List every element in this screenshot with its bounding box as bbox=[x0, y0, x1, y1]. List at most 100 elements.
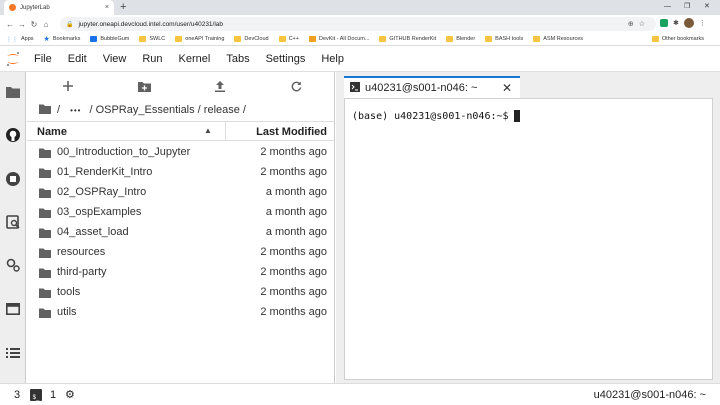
folder-icon bbox=[39, 208, 51, 221]
bookmark-bookmarks[interactable]: ★ Bookmarks bbox=[44, 35, 81, 43]
bookmark-apps[interactable]: ⋮⋮ Apps bbox=[6, 36, 34, 43]
url-bar[interactable]: 🔒 jupyter.oneapi.devcloud.intel.com/user… bbox=[60, 17, 656, 31]
file-row[interactable]: third-party 2 months ago bbox=[27, 262, 335, 282]
restore-button[interactable]: ❐ bbox=[684, 1, 690, 13]
property-inspector-icon[interactable] bbox=[6, 258, 20, 272]
bookmark-label: GITHUB RenderKit bbox=[389, 36, 437, 42]
menu-run[interactable]: Run bbox=[134, 53, 170, 65]
window-close-button[interactable]: ✕ bbox=[704, 1, 710, 13]
file-modified: 2 months ago bbox=[260, 266, 327, 278]
terminal-icon[interactable]: $_ bbox=[30, 389, 42, 401]
chrome-menu-icon[interactable]: ⋮ bbox=[699, 19, 706, 27]
browser-tabstrip: JupyterLab × + — ❐ ✕ bbox=[0, 0, 720, 15]
terminal-panel[interactable]: (base) u40231@s001-n046:~$ bbox=[344, 98, 713, 380]
file-name: tools bbox=[57, 286, 81, 298]
github-icon[interactable] bbox=[6, 128, 20, 142]
home-icon[interactable]: ⌂ bbox=[40, 20, 52, 29]
menu-settings[interactable]: Settings bbox=[258, 53, 314, 65]
folder-icon[interactable] bbox=[6, 85, 20, 99]
bookmark-swlc[interactable]: SWLC bbox=[139, 36, 165, 42]
jupyter-favicon-icon bbox=[9, 4, 16, 11]
breadcrumb-sep: / bbox=[57, 104, 61, 116]
tab-close-icon[interactable]: ✕ bbox=[502, 81, 512, 95]
settings-gear-icon[interactable]: ⚙ bbox=[65, 388, 75, 401]
bookmark-devkit[interactable]: DevKit - All Docum... bbox=[308, 36, 370, 42]
file-row[interactable]: tools 2 months ago bbox=[27, 282, 335, 302]
menu-tabs[interactable]: Tabs bbox=[218, 53, 257, 65]
menu-edit[interactable]: Edit bbox=[60, 53, 95, 65]
bookmark-favicon-icon bbox=[308, 36, 316, 42]
bookmark-other[interactable]: Other bookmarks bbox=[651, 36, 704, 42]
file-name: 02_OSPRay_Intro bbox=[57, 186, 147, 198]
bookmark-label: C++ bbox=[288, 36, 299, 42]
minimize-button[interactable]: — bbox=[664, 1, 671, 13]
file-row[interactable]: utils 2 months ago bbox=[27, 302, 335, 322]
status-kernel-count[interactable]: 3 bbox=[14, 389, 20, 401]
status-bar: 3 $_ 1 ⚙ u40231@s001-n046: ~ bbox=[0, 383, 720, 405]
puzzle-icon[interactable]: ✱ bbox=[673, 19, 679, 27]
menu-kernel[interactable]: Kernel bbox=[171, 53, 219, 65]
file-row[interactable]: 03_ospExamples a month ago bbox=[27, 202, 335, 222]
reload-icon[interactable]: ↻ bbox=[28, 20, 40, 29]
breadcrumb-ellipsis[interactable]: ••• bbox=[70, 106, 81, 115]
status-terminal-name: u40231@s001-n046: ~ bbox=[593, 389, 706, 401]
new-folder-icon[interactable] bbox=[137, 79, 151, 93]
breadcrumb-home-icon[interactable] bbox=[39, 104, 51, 117]
running-sessions-icon[interactable] bbox=[6, 172, 20, 186]
file-name: 04_asset_load bbox=[57, 226, 129, 238]
file-row[interactable]: 00_Introduction_to_Jupyter 2 months ago bbox=[27, 142, 335, 162]
profile-avatar[interactable] bbox=[683, 18, 694, 28]
bookmark-oneapi[interactable]: oneAPI Training bbox=[175, 36, 224, 42]
upload-icon[interactable] bbox=[213, 79, 227, 93]
menu-file[interactable]: File bbox=[26, 53, 60, 65]
bookmark-devcloud[interactable]: DevCloud bbox=[234, 36, 269, 42]
bookmark-blender[interactable]: Blender bbox=[446, 36, 475, 42]
bookmark-bubblegum[interactable]: BubbleGum bbox=[90, 36, 129, 42]
menu-view[interactable]: View bbox=[95, 53, 135, 65]
forward-icon[interactable]: → bbox=[16, 20, 28, 29]
jupyter-logo-icon bbox=[0, 51, 26, 67]
bookmark-asm-resources[interactable]: ASM Resources bbox=[533, 36, 583, 42]
menu-help[interactable]: Help bbox=[313, 53, 352, 65]
bookmark-label: oneAPI Training bbox=[185, 36, 225, 42]
file-row[interactable]: 04_asset_load a month ago bbox=[27, 222, 335, 242]
folder-icon bbox=[379, 36, 387, 42]
bookmark-cpp[interactable]: C++ bbox=[278, 36, 299, 42]
tab-close-icon[interactable]: × bbox=[105, 4, 109, 11]
terminal-cursor bbox=[513, 110, 520, 122]
file-row[interactable]: 01_RenderKit_Intro 2 months ago bbox=[27, 162, 335, 182]
back-icon[interactable]: ← bbox=[4, 20, 16, 29]
column-header-modified[interactable]: Last Modified bbox=[256, 126, 327, 138]
bookmark-github-renderkit[interactable]: GITHUB RenderKit bbox=[379, 36, 436, 42]
breadcrumb-path[interactable]: / OSPRay_Essentials / release / bbox=[89, 104, 246, 116]
folder-icon bbox=[651, 36, 659, 42]
tab-terminal[interactable]: u40231@s001-n046: ~ ✕ bbox=[344, 76, 520, 98]
bookmark-star-icon[interactable]: ☆ bbox=[639, 21, 650, 28]
file-name: resources bbox=[57, 246, 106, 258]
folder-icon bbox=[39, 288, 51, 301]
refresh-icon[interactable] bbox=[289, 79, 303, 93]
tabs-panel-icon[interactable] bbox=[6, 302, 20, 316]
terminal-tab-label: u40231@s001-n046: ~ bbox=[365, 82, 478, 94]
file-modified: 2 months ago bbox=[260, 166, 327, 178]
extension-icon[interactable] bbox=[660, 19, 668, 27]
status-terminal-count[interactable]: 1 bbox=[50, 389, 56, 401]
column-header-name[interactable]: Name bbox=[37, 126, 67, 138]
folder-icon bbox=[234, 36, 242, 42]
commands-palette-icon[interactable] bbox=[6, 215, 20, 229]
url-text: jupyter.oneapi.devcloud.intel.com/user/u… bbox=[78, 20, 224, 28]
browser-tab[interactable]: JupyterLab × bbox=[4, 0, 114, 15]
bookmark-label: ASM Resources bbox=[543, 36, 584, 42]
file-name: third-party bbox=[57, 266, 107, 278]
new-launcher-button[interactable] bbox=[61, 79, 75, 93]
file-row[interactable]: resources 2 months ago bbox=[27, 242, 335, 262]
file-modified: a month ago bbox=[265, 206, 327, 218]
table-of-contents-icon[interactable] bbox=[6, 346, 20, 360]
file-row[interactable]: 02_OSPRay_Intro a month ago bbox=[27, 182, 335, 202]
bookmark-label: DevKit - All Docum... bbox=[318, 36, 370, 42]
bookmarks-bar: ⋮⋮ Apps ★ Bookmarks BubbleGum SWLC oneAPI … bbox=[0, 33, 720, 46]
new-tab-button[interactable]: + bbox=[120, 1, 126, 14]
sort-caret-icon[interactable]: ▲ bbox=[204, 126, 212, 135]
bookmark-bash-tools[interactable]: BASH tools bbox=[485, 36, 523, 42]
zoom-icon[interactable]: ⊕ bbox=[628, 21, 639, 28]
